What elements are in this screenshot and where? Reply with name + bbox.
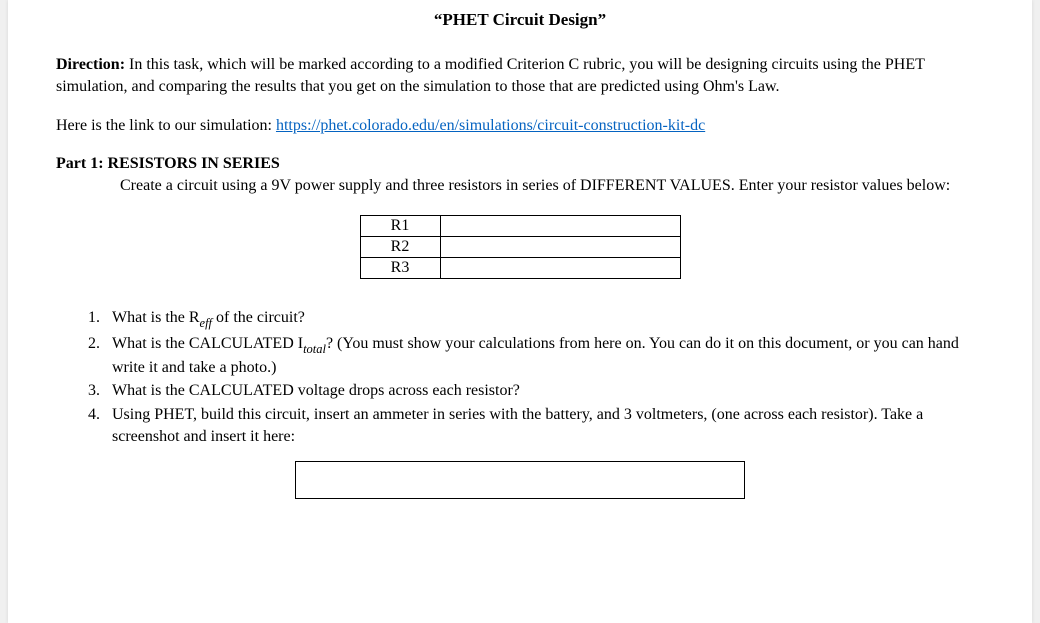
r1-label: R1	[360, 215, 440, 236]
r3-value[interactable]	[440, 257, 680, 278]
screenshot-placeholder[interactable]	[295, 461, 745, 499]
r1-value[interactable]	[440, 215, 680, 236]
direction-paragraph: Direction: In this task, which will be m…	[56, 54, 984, 97]
page-title: “PHET Circuit Design”	[56, 10, 984, 30]
table-row: R1	[360, 215, 680, 236]
document-page: “PHET Circuit Design” Direction: In this…	[8, 0, 1032, 623]
question-4: Using PHET, build this circuit, insert a…	[104, 404, 984, 447]
direction-label: Direction:	[56, 56, 125, 73]
r2-label: R2	[360, 236, 440, 257]
resistor-table: R1 R2 R3	[360, 215, 681, 279]
question-3: What is the CALCULATED voltage drops acr…	[104, 380, 984, 402]
question-1: What is the Reff of the circuit?	[104, 307, 984, 331]
question-2: What is the CALCULATED Itotal? (You must…	[104, 333, 984, 379]
question-list: What is the Reff of the circuit? What is…	[104, 307, 984, 447]
direction-text: In this task, which will be marked accor…	[56, 56, 925, 95]
link-prefix: Here is the link to our simulation:	[56, 117, 276, 134]
table-row: R2	[360, 236, 680, 257]
part1-instructions-text: Create a circuit using a 9V power supply…	[120, 177, 950, 194]
r3-label: R3	[360, 257, 440, 278]
simulation-link-line: Here is the link to our simulation: http…	[56, 117, 984, 135]
table-row: R3	[360, 257, 680, 278]
r2-value[interactable]	[440, 236, 680, 257]
part1-heading: Part 1: RESISTORS IN SERIES	[56, 155, 984, 173]
simulation-link[interactable]: https://phet.colorado.edu/en/simulations…	[276, 117, 705, 134]
part1-instructions: Create a circuit using a 9V power supply…	[56, 175, 984, 197]
